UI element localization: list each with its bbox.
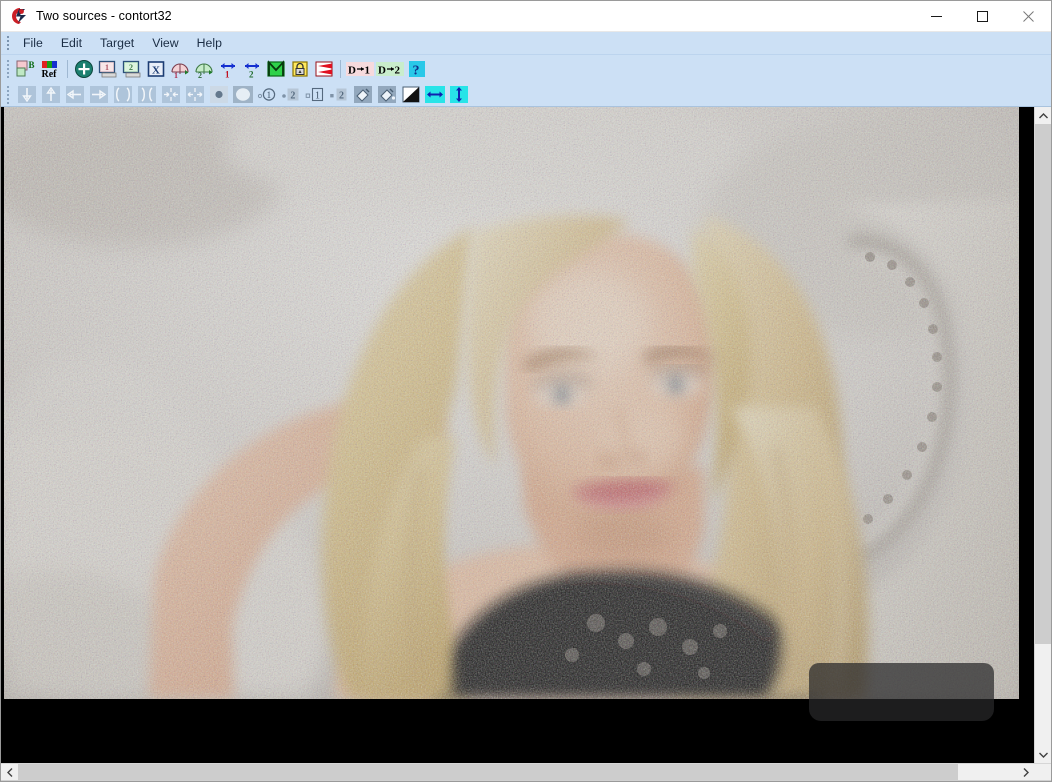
toolbar-grip-handle-2[interactable]: [3, 85, 12, 105]
d-to-1-icon[interactable]: D 1: [345, 57, 375, 81]
menu-item-view[interactable]: View: [143, 34, 187, 52]
svg-text:1: 1: [315, 91, 320, 102]
shift-right-icon[interactable]: [87, 84, 111, 105]
menu-item-target[interactable]: Target: [91, 34, 143, 52]
window-title: Two sources - contort32: [36, 9, 172, 23]
menu-item-help[interactable]: Help: [188, 34, 231, 52]
paint-bucket-2-icon[interactable]: [375, 84, 399, 105]
close-button[interactable]: [1005, 1, 1051, 32]
target-plus-icon[interactable]: [72, 57, 96, 81]
svg-text:1: 1: [225, 70, 230, 80]
svg-text:2: 2: [198, 71, 202, 79]
scroll-right-button[interactable]: [1017, 764, 1034, 780]
source-1-window-icon[interactable]: 1: [96, 57, 120, 81]
contrast-gradient-icon[interactable]: [399, 84, 423, 105]
ref-palette-icon[interactable]: Ref: [39, 57, 63, 81]
shift-down-icon[interactable]: [15, 84, 39, 105]
toolbar-grip-handle[interactable]: [3, 59, 12, 79]
maximize-button[interactable]: [959, 1, 1005, 32]
svg-text:Ref: Ref: [42, 69, 58, 79]
svg-text:1: 1: [267, 90, 272, 100]
svg-text:D: D: [378, 65, 386, 77]
stretch-horizontal-icon[interactable]: [423, 84, 447, 105]
svg-text:2: 2: [339, 91, 344, 102]
scroll-down-button[interactable]: [1035, 746, 1051, 763]
circle-source-2-icon[interactable]: 2: [279, 84, 303, 105]
image-work-area: [1, 107, 1051, 763]
rotate-source-2-icon[interactable]: 2: [192, 57, 216, 81]
help-question-icon[interactable]: ?: [405, 57, 429, 81]
small-dot-brush-icon[interactable]: [207, 84, 231, 105]
horizontal-scroll-track[interactable]: [18, 764, 1017, 780]
circle-source-1-icon[interactable]: 1: [255, 84, 279, 105]
app-logo-icon: [9, 6, 29, 26]
window-controls: [913, 1, 1051, 32]
minimize-button[interactable]: [913, 1, 959, 32]
svg-text:2: 2: [129, 63, 133, 72]
square-source-2-icon[interactable]: 2: [327, 84, 351, 105]
rotate-source-1-icon[interactable]: 1: [168, 57, 192, 81]
svg-text:2: 2: [249, 70, 254, 80]
flip-source-2-icon[interactable]: 2: [240, 57, 264, 81]
vertical-scrollbar[interactable]: [1034, 107, 1051, 763]
svg-text:X: X: [152, 65, 160, 77]
diverge-center-icon[interactable]: [183, 84, 207, 105]
contract-corners-icon[interactable]: [111, 84, 135, 105]
menu-item-file[interactable]: File: [14, 34, 52, 52]
source-2-window-icon[interactable]: 2: [120, 57, 144, 81]
horizontal-scroll-thumb[interactable]: [18, 764, 958, 780]
menu-item-edit[interactable]: Edit: [52, 34, 91, 52]
close-x-window-icon[interactable]: X: [144, 57, 168, 81]
flip-source-1-icon[interactable]: 1: [216, 57, 240, 81]
b-ref-swatches-icon[interactable]: B: [15, 57, 39, 81]
shift-left-icon[interactable]: [63, 84, 87, 105]
square-source-1-icon[interactable]: 1: [303, 84, 327, 105]
svg-text:2: 2: [290, 91, 295, 102]
title-bar: Two sources - contort32: [1, 1, 1051, 32]
red-stripes-icon[interactable]: [312, 57, 336, 81]
toolbar-separator: [67, 60, 68, 78]
vertical-scroll-thumb[interactable]: [1035, 124, 1051, 644]
svg-text:B: B: [29, 60, 35, 70]
svg-text:1: 1: [174, 71, 178, 79]
converge-center-icon[interactable]: [159, 84, 183, 105]
stretch-vertical-icon[interactable]: [447, 84, 471, 105]
scroll-left-button[interactable]: [1, 764, 18, 780]
application-window: Two sources - contort32 File Edit Target…: [0, 0, 1052, 782]
rendered-image[interactable]: [4, 107, 1019, 699]
secondary-toolbar: 1 2 1 2: [1, 83, 1051, 107]
scrollbar-corner: [1034, 764, 1051, 780]
vertical-scroll-track[interactable]: [1035, 124, 1051, 746]
svg-text:1: 1: [365, 65, 371, 77]
svg-text:D: D: [348, 65, 356, 77]
svg-text:1: 1: [105, 63, 109, 72]
main-toolbar: B Ref 1 2 X 1 2 1 2 D 1 D 2 ?: [1, 55, 1051, 83]
watermark-overlay: [809, 663, 994, 721]
shift-up-icon[interactable]: [39, 84, 63, 105]
toolbar-separator: [340, 60, 341, 78]
svg-text:2: 2: [395, 65, 401, 77]
menu-bar: File Edit Target View Help: [1, 32, 1051, 55]
merge-m-icon[interactable]: [264, 57, 288, 81]
horizontal-scrollbar[interactable]: [1, 763, 1051, 780]
expand-corners-icon[interactable]: [135, 84, 159, 105]
svg-text:?: ?: [413, 64, 420, 79]
lock-icon[interactable]: [288, 57, 312, 81]
large-dot-brush-icon[interactable]: [231, 84, 255, 105]
scroll-up-button[interactable]: [1035, 107, 1051, 124]
d-to-2-icon[interactable]: D 2: [375, 57, 405, 81]
menu-grip-handle[interactable]: [3, 35, 12, 52]
image-canvas[interactable]: [1, 107, 1034, 763]
paint-bucket-1-icon[interactable]: [351, 84, 375, 105]
